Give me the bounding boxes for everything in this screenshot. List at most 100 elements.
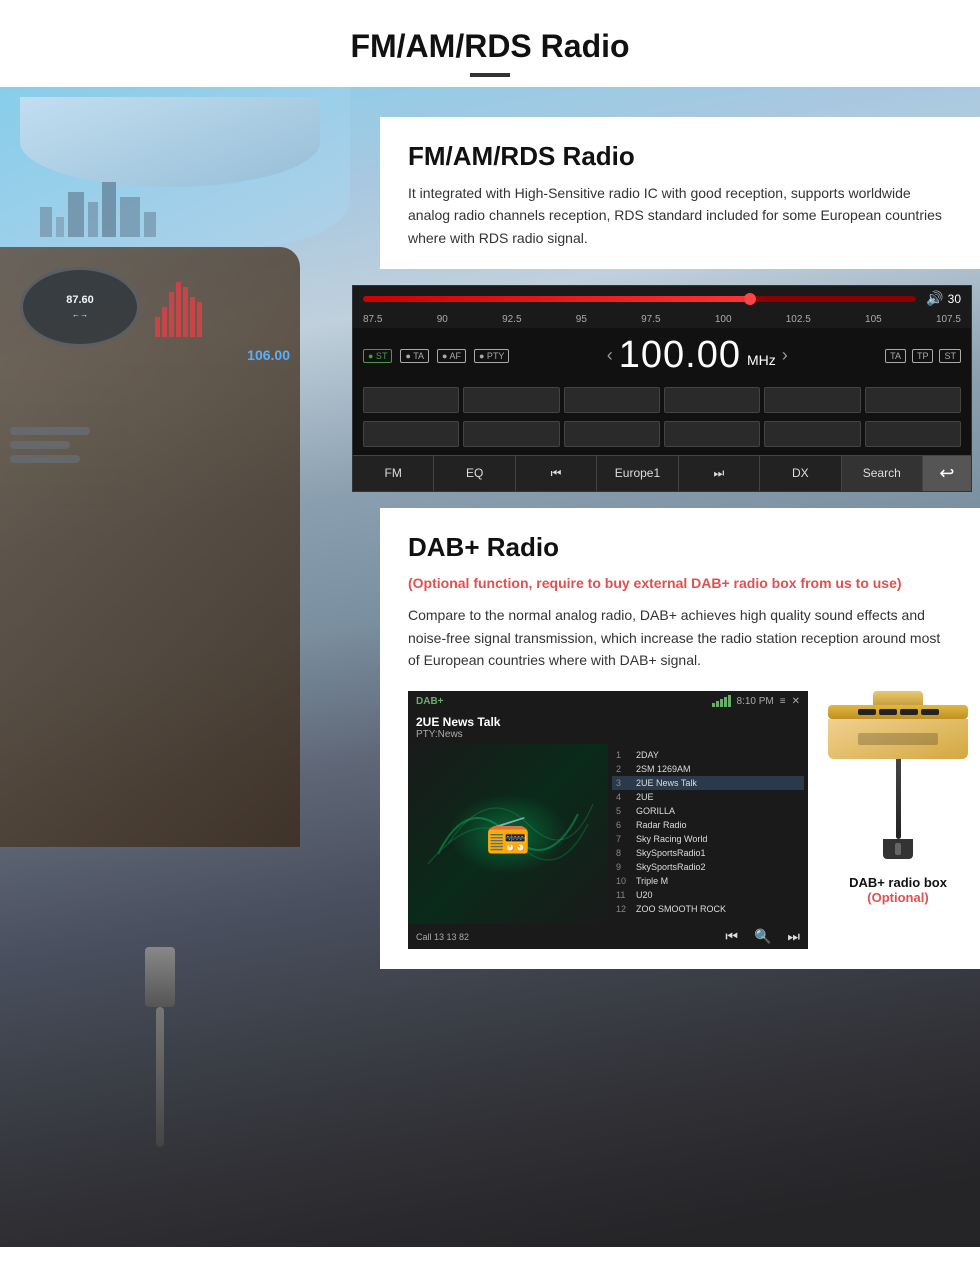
preset-btn-1[interactable] xyxy=(363,387,459,413)
radio-btn-next[interactable]: ⏭ xyxy=(679,456,760,491)
dab-plug-pin4 xyxy=(921,709,939,715)
dab-ctrl-next[interactable]: ⏭ xyxy=(787,928,800,945)
dab-antenna-pin xyxy=(895,843,901,855)
instrument-cluster: 87.60←→ xyxy=(20,267,140,347)
volume-value: 30 xyxy=(948,292,961,306)
preset-btn-10[interactable] xyxy=(664,421,760,447)
radio-progress-container xyxy=(363,296,916,302)
volume-icon: 🔊 xyxy=(926,290,943,307)
dab-screen-row: DAB+ 8:10 PM ≡ xyxy=(408,691,952,949)
frequency-display: 100.00 xyxy=(619,334,741,377)
dab-screen-top: DAB+ 8:10 PM ≡ xyxy=(408,691,808,711)
dab-channel-4[interactable]: 4 2UE xyxy=(612,790,804,804)
freq-mark-1: 87.5 xyxy=(363,314,382,325)
sky-area xyxy=(0,87,350,247)
dab-cable xyxy=(896,759,901,839)
preset-btn-12[interactable] xyxy=(865,421,961,447)
radio-right-badges: TA TP ST xyxy=(885,349,961,363)
dab-channel-6[interactable]: 6 Radar Radio xyxy=(612,818,804,832)
freq-mark-5: 97.5 xyxy=(641,314,660,325)
preset-btn-11[interactable] xyxy=(764,421,860,447)
badge-pty: ● PTY xyxy=(474,349,509,363)
dab-channel-12[interactable]: 12 ZOO SMOOTH ROCK xyxy=(612,902,804,916)
radio-volume: 🔊 30 xyxy=(926,290,961,307)
dab-close-icon: ✕ xyxy=(792,696,800,707)
dab-time: 8:10 PM xyxy=(737,696,774,707)
radio-freq-display: ‹ 100.00 MHz › xyxy=(517,334,877,377)
dab-screen-content: 📻 1 2DAY 2 2SM 1269AM xyxy=(408,744,808,924)
dab-title: DAB+ Radio xyxy=(408,532,952,563)
dab-antenna-plug xyxy=(883,839,913,859)
dab-box-stripe xyxy=(858,733,938,745)
freq-mark-2: 90 xyxy=(437,314,448,325)
dab-channel-7[interactable]: 7 Sky Racing World xyxy=(612,832,804,846)
fm-section-title: FM/AM/RDS Radio xyxy=(408,141,952,172)
fm-section-desc: It integrated with High-Sensitive radio … xyxy=(408,182,952,249)
freq-mark-9: 107.5 xyxy=(936,314,961,325)
bg-area: 87.60←→ 106.00 FM/AM/RDS Rad xyxy=(0,87,980,1247)
dab-box-body xyxy=(828,719,968,759)
preset-btn-9[interactable] xyxy=(564,421,660,447)
radio-progress-track xyxy=(363,296,916,302)
radio-progress-fill xyxy=(363,296,750,302)
dashboard-left: 87.60←→ 106.00 xyxy=(0,247,300,847)
dab-channel-9[interactable]: 9 SkySportsRadio2 xyxy=(612,860,804,874)
dab-channel-3[interactable]: 3 2UE News Talk xyxy=(612,776,804,790)
preset-btn-4[interactable] xyxy=(664,387,760,413)
dab-radio-icon: 📻 xyxy=(486,813,531,855)
dab-plug-pin3 xyxy=(900,709,918,715)
radio-btn-eq[interactable]: EQ xyxy=(434,456,515,491)
dab-ctrl-search[interactable]: 🔍 xyxy=(754,928,771,945)
dab-channel-5[interactable]: 5 GORILLA xyxy=(612,804,804,818)
dab-channel-8[interactable]: 8 SkySportsRadio1 xyxy=(612,846,804,860)
dab-plug xyxy=(828,705,968,719)
preset-btn-8[interactable] xyxy=(463,421,559,447)
page-header: FM/AM/RDS Radio xyxy=(0,0,980,87)
preset-btn-6[interactable] xyxy=(865,387,961,413)
signal-bars xyxy=(712,695,731,707)
radio-btn-europe1[interactable]: Europe1 xyxy=(597,456,678,491)
dab-optional-text: (Optional function, require to buy exter… xyxy=(408,573,952,594)
freq-mark-6: 100 xyxy=(715,314,732,325)
freq-mark-4: 95 xyxy=(576,314,587,325)
page-title-divider xyxy=(470,73,510,77)
preset-btn-5[interactable] xyxy=(764,387,860,413)
dab-channel-11[interactable]: 11 U20 xyxy=(612,888,804,902)
radio-btn-fm[interactable]: FM xyxy=(353,456,434,491)
gear-area xyxy=(120,947,200,1147)
freq-mark-7: 102.5 xyxy=(786,314,811,325)
freq-mark-8: 105 xyxy=(865,314,882,325)
dab-channel-list: 1 2DAY 2 2SM 1269AM 3 2UE News Talk xyxy=(608,744,808,924)
dab-controls: ⏮ 🔍 ⏭ xyxy=(725,928,800,945)
radio-bottom-bar: FM EQ ⏮ Europe1 ⏭ DX Search ↩ xyxy=(353,455,971,491)
dab-plug-pin1 xyxy=(858,709,876,715)
dab-box: DAB+ radio box (Optional) xyxy=(828,691,968,905)
dab-desc: Compare to the normal analog radio, DAB+… xyxy=(408,604,952,671)
badge-st: ● ST xyxy=(363,349,392,363)
page-title: FM/AM/RDS Radio xyxy=(0,28,980,65)
radio-btn-back[interactable]: ↩ xyxy=(923,456,971,491)
radio-btn-search[interactable]: Search xyxy=(842,456,923,491)
preset-btn-2[interactable] xyxy=(463,387,559,413)
freq-next-btn[interactable]: › xyxy=(782,345,788,366)
badge-st-right: ST xyxy=(939,349,961,363)
dab-section: DAB+ Radio (Optional function, require t… xyxy=(380,508,980,969)
radio-presets-row1 xyxy=(353,383,971,417)
dab-screen-station: 2UE News Talk PTY:News xyxy=(408,711,808,744)
city-skyline xyxy=(40,182,156,237)
rearview-mirror xyxy=(20,97,320,187)
preset-btn-7[interactable] xyxy=(363,421,459,447)
dab-channel-10[interactable]: 10 Triple M xyxy=(612,874,804,888)
dab-channel-1[interactable]: 1 2DAY xyxy=(612,748,804,762)
dab-channel-2[interactable]: 2 2SM 1269AM xyxy=(612,762,804,776)
badge-ta: ● TA xyxy=(400,349,429,363)
radio-controls-row: ● ST ● TA ● AF ● PTY ‹ 100.00 MHz › TA T… xyxy=(353,328,971,383)
radio-progress-knob xyxy=(744,293,756,305)
dab-ctrl-prev[interactable]: ⏮ xyxy=(725,928,738,945)
preset-btn-3[interactable] xyxy=(564,387,660,413)
dab-call-info: Call 13 13 82 xyxy=(416,932,469,942)
radio-btn-prev[interactable]: ⏮ xyxy=(516,456,597,491)
dab-box-labels: DAB+ radio box (Optional) xyxy=(849,875,947,905)
radio-btn-dx[interactable]: DX xyxy=(760,456,841,491)
freq-prev-btn[interactable]: ‹ xyxy=(607,345,613,366)
